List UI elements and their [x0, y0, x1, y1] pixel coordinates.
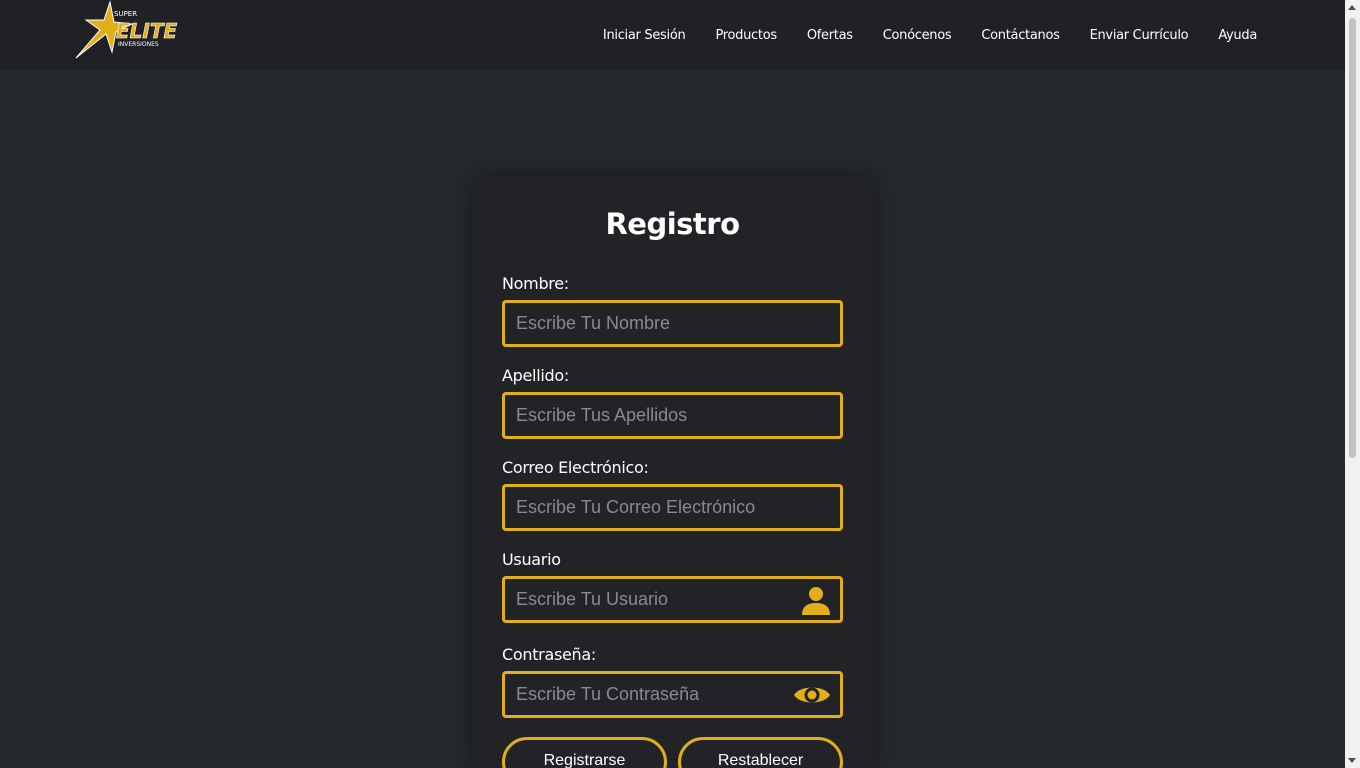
- brand-logo[interactable]: SUPER ELITE INVERSIONES: [72, 0, 204, 60]
- username-input[interactable]: [505, 579, 840, 620]
- first-name-label: Nombre:: [502, 274, 569, 293]
- svg-text:ELITE: ELITE: [116, 19, 177, 43]
- password-label: Contraseña:: [502, 645, 596, 664]
- main-nav: Iniciar Sesión Productos Ofertas Conócen…: [603, 0, 1257, 70]
- reset-button[interactable]: Restablecer: [678, 737, 843, 768]
- nav-link-ofertas[interactable]: Ofertas: [807, 28, 853, 43]
- nav-link-contactanos[interactable]: Contáctanos: [981, 28, 1060, 43]
- brand-logo-graphic: SUPER ELITE INVERSIONES: [75, 0, 178, 59]
- nav-link-conocenos[interactable]: Conócenos: [883, 28, 952, 43]
- first-name-field[interactable]: [502, 300, 843, 347]
- nav-link-ayuda[interactable]: Ayuda: [1218, 28, 1257, 43]
- last-name-field[interactable]: [502, 392, 843, 439]
- nav-link-enviar-curriculo[interactable]: Enviar Currículo: [1090, 28, 1189, 43]
- email-field[interactable]: [502, 484, 843, 531]
- email-input[interactable]: [505, 487, 840, 528]
- first-name-input[interactable]: [505, 303, 840, 344]
- register-button[interactable]: Registrarse: [502, 737, 667, 768]
- nav-link-productos[interactable]: Productos: [715, 28, 777, 43]
- scroll-down-icon[interactable]: [1348, 758, 1356, 763]
- page-scrollbar[interactable]: [1345, 0, 1360, 768]
- eye-icon[interactable]: [792, 681, 832, 709]
- password-field[interactable]: [502, 671, 843, 718]
- svg-text:INVERSIONES: INVERSIONES: [118, 41, 159, 48]
- user-icon: [800, 584, 832, 616]
- nav-link-iniciar-sesion[interactable]: Iniciar Sesión: [603, 28, 686, 43]
- top-navbar: SUPER ELITE INVERSIONES Iniciar Sesión P…: [0, 0, 1345, 70]
- email-label: Correo Electrónico:: [502, 458, 649, 477]
- username-field[interactable]: [502, 576, 843, 623]
- scroll-up-icon[interactable]: [1348, 5, 1356, 10]
- last-name-label: Apellido:: [502, 366, 569, 385]
- username-label: Usuario: [502, 550, 561, 569]
- form-title: Registro: [605, 207, 740, 241]
- scrollbar-thumb[interactable]: [1349, 18, 1356, 458]
- last-name-input[interactable]: [505, 395, 840, 436]
- password-input[interactable]: [505, 674, 840, 715]
- svg-text:SUPER: SUPER: [114, 10, 137, 18]
